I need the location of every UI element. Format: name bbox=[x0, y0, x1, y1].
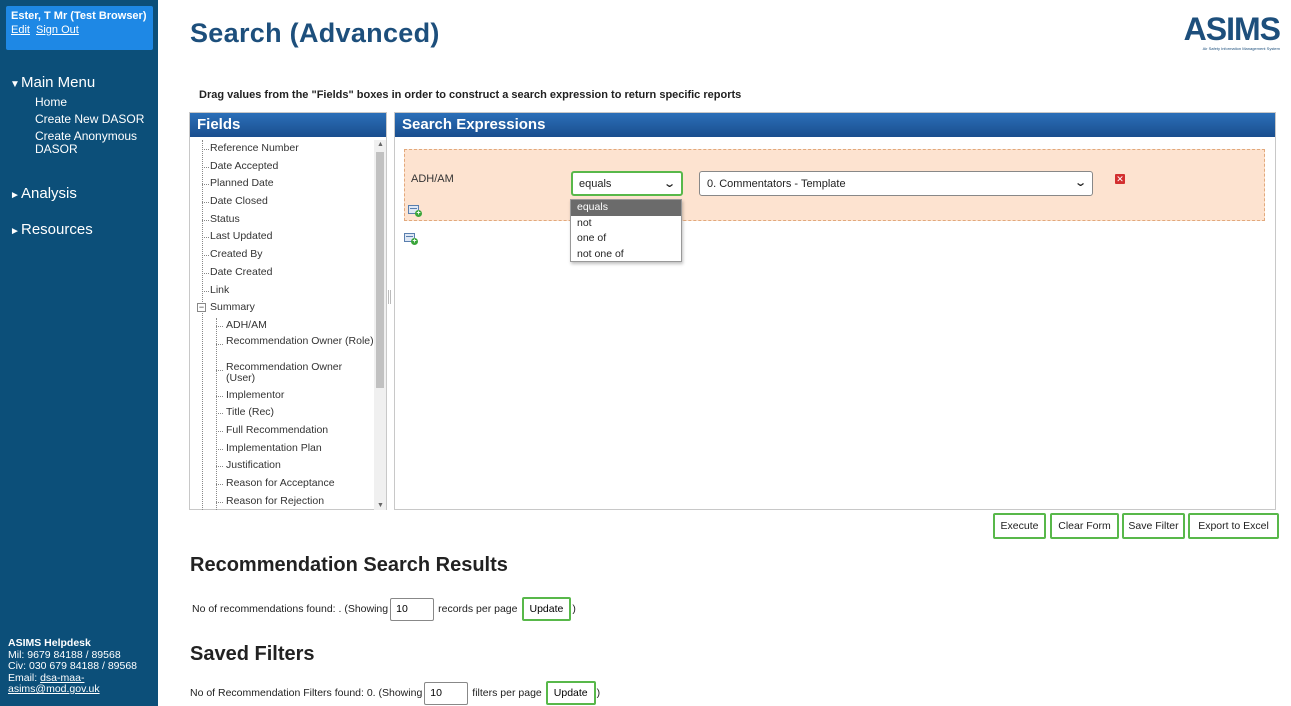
helpdesk-title: ASIMS Helpdesk bbox=[8, 637, 91, 649]
clear-form-button[interactable]: Clear Form bbox=[1050, 513, 1119, 539]
records-per-page-label: records per page bbox=[438, 603, 518, 615]
field-item-reference-number[interactable]: Reference Number bbox=[190, 140, 374, 158]
sign-out-link[interactable]: Sign Out bbox=[36, 24, 79, 36]
field-item-implementation-plan[interactable]: Implementation Plan bbox=[190, 440, 374, 458]
close-paren: ) bbox=[572, 603, 576, 615]
expression-field-label: ADH/AM bbox=[411, 173, 454, 185]
field-item-adh-am[interactable]: ADH/AM bbox=[190, 317, 374, 335]
update-filters-button[interactable]: Update bbox=[545, 681, 596, 705]
results-summary: No of recommendations found: . (Showing … bbox=[192, 597, 576, 621]
add-expression-icon[interactable]: + bbox=[408, 205, 422, 217]
logo-subtitle: Air Safety Information Management System bbox=[1202, 46, 1280, 51]
main-menu-toggle[interactable]: ▼Main Menu bbox=[10, 74, 95, 91]
page-title: Search (Advanced) bbox=[190, 18, 440, 48]
operator-option-equals[interactable]: equals bbox=[571, 200, 681, 216]
add-group-icon[interactable]: + bbox=[404, 233, 418, 245]
fields-tree: Reference Number Date Accepted Planned D… bbox=[190, 140, 374, 510]
user-links: Edit Sign Out bbox=[11, 24, 148, 36]
main-menu-label: Main Menu bbox=[21, 74, 96, 91]
fields-header: Fields bbox=[190, 113, 386, 137]
expression-row: ADH/AM equals ⌄ 0. Commentators - Templa… bbox=[404, 149, 1265, 221]
value-select[interactable]: 0. Commentators - Template ⌄ bbox=[699, 171, 1093, 196]
field-item-planned-date[interactable]: Planned Date bbox=[190, 175, 374, 193]
app-root: Ester, T Mr (Test Browser) Edit Sign Out… bbox=[0, 0, 1291, 706]
records-per-page-input[interactable] bbox=[390, 597, 435, 621]
analysis-menu-toggle[interactable]: ►Analysis bbox=[10, 185, 77, 202]
scroll-up-icon[interactable]: ▲ bbox=[377, 141, 384, 148]
field-item-title-rec[interactable]: Title (Rec) bbox=[190, 404, 374, 422]
close-paren: ) bbox=[596, 687, 601, 699]
operator-option-one-of[interactable]: one of bbox=[571, 231, 681, 247]
triangle-down-icon: ▼ bbox=[10, 79, 20, 90]
fields-scrollbar[interactable]: ▲ ▼ bbox=[374, 140, 386, 510]
asims-logo: ASIMS Air Safety Information Management … bbox=[1148, 11, 1281, 60]
operator-dropdown-list: equals not one of not one of bbox=[570, 199, 682, 262]
update-results-button[interactable]: Update bbox=[521, 597, 572, 621]
export-excel-button[interactable]: Export to Excel bbox=[1188, 513, 1279, 539]
user-box: Ester, T Mr (Test Browser) Edit Sign Out bbox=[6, 6, 153, 50]
results-found-text: No of recommendations found: . (Showing bbox=[192, 603, 389, 615]
logo-text: ASIMS bbox=[1183, 11, 1281, 47]
analysis-label: Analysis bbox=[21, 185, 77, 202]
operator-value: equals bbox=[579, 178, 612, 190]
resources-menu-toggle[interactable]: ►Resources bbox=[10, 221, 93, 238]
filters-per-page-label: filters per page bbox=[472, 687, 542, 699]
field-item-created-by[interactable]: Created By bbox=[190, 246, 374, 264]
operator-option-not[interactable]: not bbox=[571, 216, 681, 232]
summary-label: Summary bbox=[210, 301, 255, 314]
triangle-right-icon: ► bbox=[10, 226, 20, 237]
chevron-down-icon: ⌄ bbox=[662, 178, 676, 190]
field-item-last-updated[interactable]: Last Updated bbox=[190, 228, 374, 246]
filters-summary: No of Recommendation Filters found: 0. (… bbox=[190, 681, 600, 705]
save-filter-button[interactable]: Save Filter bbox=[1122, 513, 1185, 539]
remove-expression-icon[interactable]: ✕ bbox=[1115, 174, 1125, 184]
helpdesk-email-line: Email: dsa-maa-asims@mod.gov.uk bbox=[8, 671, 156, 696]
sidebar: Ester, T Mr (Test Browser) Edit Sign Out… bbox=[0, 0, 158, 706]
resources-label: Resources bbox=[21, 221, 93, 238]
field-item-date-created[interactable]: Date Created bbox=[190, 264, 374, 282]
field-item-rec-owner-user[interactable]: Recommendation Owner (User) bbox=[190, 361, 374, 387]
field-group-summary[interactable]: − Summary bbox=[190, 299, 374, 317]
main-menu-items: Home Create New DASOR Create Anonymous D… bbox=[35, 96, 155, 160]
user-name: Ester, T Mr (Test Browser) bbox=[11, 10, 147, 22]
field-item-rec-owner-role[interactable]: Recommendation Owner (Role) bbox=[190, 335, 374, 361]
execute-button[interactable]: Execute bbox=[993, 513, 1046, 539]
panel-splitter[interactable] bbox=[388, 290, 391, 304]
field-item-link[interactable]: Link bbox=[190, 282, 374, 300]
field-item-reason-acceptance[interactable]: Reason for Acceptance bbox=[190, 475, 374, 493]
helpdesk-info: ASIMS Helpdesk Mil: 9679 84188 / 89568 C… bbox=[8, 637, 156, 696]
collapse-minus-icon[interactable]: − bbox=[197, 303, 206, 313]
instruction-text: Drag values from the "Fields" boxes in o… bbox=[199, 89, 742, 101]
results-title: Recommendation Search Results bbox=[190, 554, 508, 576]
field-item-implementor[interactable]: Implementor bbox=[190, 387, 374, 405]
field-item-date-closed[interactable]: Date Closed bbox=[190, 193, 374, 211]
filters-per-page-input[interactable] bbox=[424, 681, 469, 705]
scrollbar-thumb[interactable] bbox=[376, 152, 384, 388]
field-item-status[interactable]: Status bbox=[190, 211, 374, 229]
sidebar-item-create-anonymous-dasor[interactable]: Create Anonymous DASOR bbox=[35, 130, 145, 156]
sidebar-item-home[interactable]: Home bbox=[35, 96, 155, 109]
saved-filters-title: Saved Filters bbox=[190, 643, 315, 665]
filters-found-text: No of Recommendation Filters found: 0. (… bbox=[190, 687, 423, 699]
field-item-reason-rejection[interactable]: Reason for Rejection bbox=[190, 493, 374, 510]
field-item-date-accepted[interactable]: Date Accepted bbox=[190, 158, 374, 176]
scroll-down-icon[interactable]: ▼ bbox=[377, 502, 384, 509]
sidebar-item-create-new-dasor[interactable]: Create New DASOR bbox=[35, 113, 155, 126]
search-expressions-panel: Search Expressions ADH/AM equals ⌄ 0. Co… bbox=[394, 112, 1276, 510]
fields-panel: Fields Reference Number Date Accepted Pl… bbox=[189, 112, 387, 510]
field-item-full-recommendation[interactable]: Full Recommendation bbox=[190, 422, 374, 440]
triangle-right-icon: ► bbox=[10, 190, 20, 201]
edit-user-link[interactable]: Edit bbox=[11, 24, 30, 36]
email-prefix: Email: bbox=[8, 671, 41, 684]
operator-select[interactable]: equals ⌄ bbox=[571, 171, 683, 196]
field-item-justification[interactable]: Justification bbox=[190, 457, 374, 475]
value-selected: 0. Commentators - Template bbox=[707, 178, 846, 190]
chevron-down-icon: ⌄ bbox=[1073, 177, 1087, 189]
operator-option-not-one-of[interactable]: not one of bbox=[571, 247, 681, 263]
search-expressions-header: Search Expressions bbox=[395, 113, 1275, 137]
